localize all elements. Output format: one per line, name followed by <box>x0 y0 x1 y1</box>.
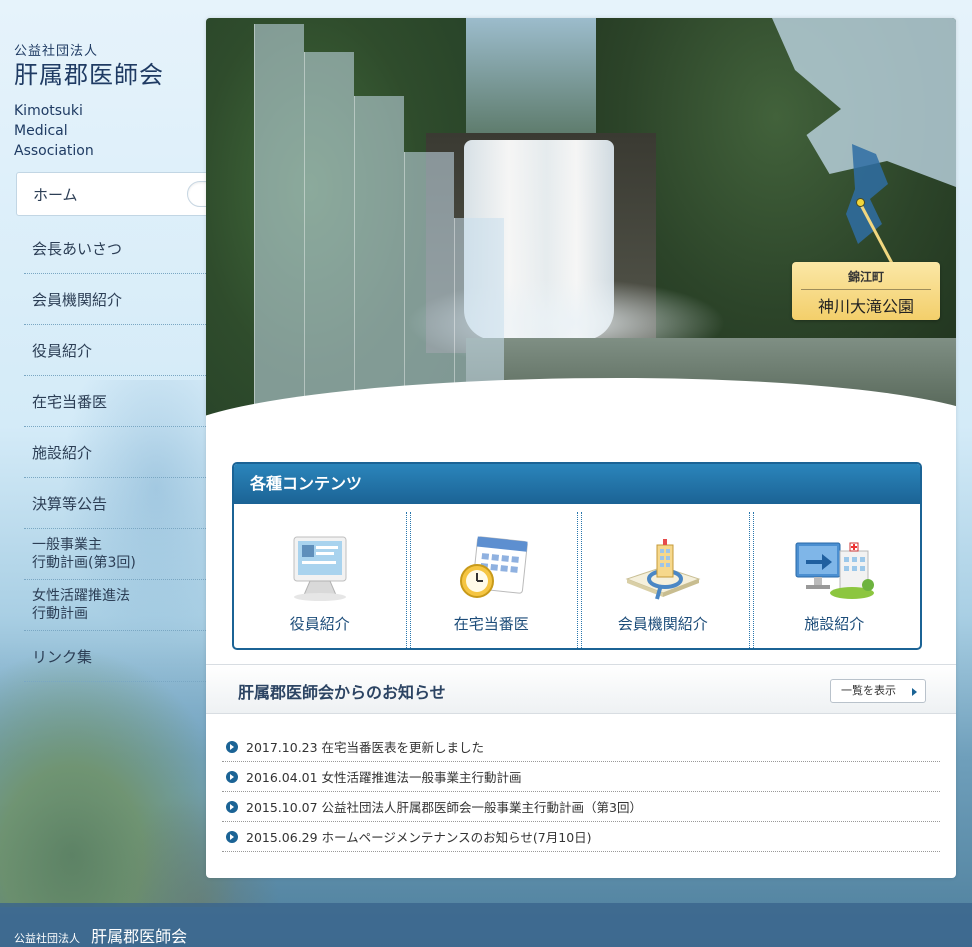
news-item[interactable]: 2015.06.29 ホームページメンテナンスのお知らせ(7月10日) <box>222 822 940 852</box>
content-label: 会員機関紹介 <box>617 615 708 633</box>
location-divider <box>801 289 931 290</box>
nav-label-line: 行動計画 <box>32 606 88 622</box>
content-label: 在宅当番医 <box>453 615 529 633</box>
nav-item-label: ホーム <box>33 185 78 204</box>
nav-label-line: 行動計画(第3回) <box>32 555 136 571</box>
nav-item-facilities[interactable]: 施設紹介 <box>24 427 208 478</box>
nav-item-label: 役員紹介 <box>32 341 93 360</box>
news-list: 2017.10.23 在宅当番医表を更新しました 2016.04.01 女性活躍… <box>222 732 940 852</box>
arrow-right-icon <box>912 688 917 696</box>
logo-en-line: Medical <box>14 123 68 139</box>
news-item-text: 2017.10.23 在宅当番医表を更新しました <box>246 740 485 755</box>
news-item[interactable]: 2017.10.23 在宅当番医表を更新しました <box>222 732 940 762</box>
news-title: 肝属郡医師会からのお知らせ <box>238 683 446 702</box>
content-officers[interactable]: 役員紹介 <box>234 504 406 648</box>
content-members[interactable]: 会員機関紹介 <box>577 504 749 648</box>
logo-english-name: Kimotsuki Medical Association <box>14 101 164 161</box>
news-item[interactable]: 2015.10.07 公益社団法人肝属郡医師会一般事業主行動計画（第3回） <box>222 792 940 822</box>
content-facilities[interactable]: 施設紹介 <box>748 504 921 648</box>
location-marker-icon <box>856 198 865 207</box>
location-park: 神川大滝公園 <box>817 297 914 316</box>
view-all-label: 一覧を表示 <box>841 684 896 697</box>
news-item-text: 2015.10.07 公益社団法人肝属郡医師会一般事業主行動計画（第3回） <box>246 800 642 815</box>
nav-item-financial[interactable]: 決算等公告 <box>24 478 208 529</box>
hero-strip <box>254 24 304 443</box>
nav-item-on-duty[interactable]: 在宅当番医 <box>24 376 208 427</box>
site-logo[interactable]: 公益社団法人 肝属郡医師会 Kimotsuki Medical Associat… <box>14 40 164 161</box>
content-label: 施設紹介 <box>804 615 865 633</box>
hero-image: 錦江町 神川大滝公園 <box>206 18 956 443</box>
nav-item-label: 会長あいさつ <box>32 239 123 258</box>
news-item[interactable]: 2016.04.01 女性活躍推進法一般事業主行動計画 <box>222 762 940 792</box>
monitor-icon <box>293 536 347 601</box>
nav-item-women-plan[interactable]: 女性活躍推進法 行動計画 <box>24 580 208 631</box>
footer-org-name: 肝属郡医師会 <box>91 927 188 946</box>
nav-item-label: 在宅当番医 <box>32 392 108 411</box>
logo-org-name: 肝属郡医師会 <box>14 61 164 89</box>
calendar-clock-icon <box>460 536 529 598</box>
nav-item-greeting[interactable]: 会長あいさつ <box>24 223 208 274</box>
bullet-arrow-icon <box>226 830 238 843</box>
nav-item-officers[interactable]: 役員紹介 <box>24 325 208 376</box>
contents-box: 各種コンテンツ 役員紹介 在宅当番医 会員機関紹介 施設紹介 <box>232 462 922 650</box>
news-header: 肝属郡医師会からのお知らせ 一覧を表示 <box>206 664 956 714</box>
facility-icon <box>795 542 875 599</box>
nav-item-label: 会員機関紹介 <box>32 290 123 309</box>
news-item-text: 2015.06.29 ホームページメンテナンスのお知らせ(7月10日) <box>246 830 592 845</box>
nav-label-line: 女性活躍推進法 <box>32 588 130 604</box>
bullet-arrow-icon <box>226 800 238 813</box>
building-magnifier-icon <box>625 539 701 600</box>
contents-items: 役員紹介 在宅当番医 会員機関紹介 施設紹介 <box>234 504 920 648</box>
nav-item-action-plan[interactable]: 一般事業主 行動計画(第3回) <box>24 529 208 580</box>
bullet-arrow-icon <box>226 740 238 753</box>
view-all-button[interactable]: 一覧を表示 <box>830 679 926 703</box>
nav-item-label: 決算等公告 <box>32 494 108 513</box>
footer-org-type: 公益社団法人 <box>14 932 80 945</box>
nav-item-label: 施設紹介 <box>32 443 93 462</box>
nav-label-line: 一般事業主 <box>32 537 102 553</box>
location-town: 錦江町 <box>847 270 884 284</box>
main-panel: 錦江町 神川大滝公園 各種コンテンツ 役員紹介 在宅当番医 会員機関紹介 施設紹… <box>206 18 956 878</box>
content-label: 役員紹介 <box>289 615 350 633</box>
nav-item-label: 女性活躍推進法 行動計画 <box>32 587 130 623</box>
news-item-text: 2016.04.01 女性活躍推進法一般事業主行動計画 <box>246 770 522 785</box>
logo-org-type: 公益社団法人 <box>14 44 99 59</box>
nav-item-links[interactable]: リンク集 <box>24 631 208 682</box>
location-label-card: 錦江町 神川大滝公園 <box>792 262 940 320</box>
nav-item-label: リンク集 <box>32 647 93 666</box>
nav-item-label: 一般事業主 行動計画(第3回) <box>32 536 136 572</box>
logo-en-line: Kimotsuki <box>14 103 83 119</box>
logo-en-line: Association <box>14 143 94 159</box>
contents-title: 各種コンテンツ <box>234 464 920 504</box>
hero-slide-strips <box>254 18 504 443</box>
nav-item-home[interactable]: ホーム <box>16 172 243 216</box>
hero-strip <box>304 52 354 443</box>
nav-item-members[interactable]: 会員機関紹介 <box>24 274 208 325</box>
bullet-arrow-icon <box>226 770 238 783</box>
footer: 公益社団法人 肝属郡医師会 <box>0 903 972 947</box>
content-on-duty[interactable]: 在宅当番医 <box>405 504 578 648</box>
side-navigation: ホーム 会長あいさつ 会員機関紹介 役員紹介 在宅当番医 施設紹介 決算等公告 … <box>16 172 243 682</box>
